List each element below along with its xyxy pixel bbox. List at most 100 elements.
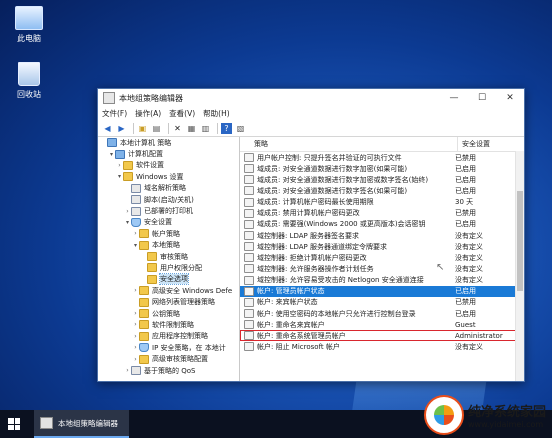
menu-help[interactable]: 帮助(H) [203,108,230,119]
maximize-button[interactable]: ☐ [468,93,496,103]
tree-item[interactable]: › 高级审核策略配置 [98,353,239,364]
chevron-right-icon[interactable]: › [132,230,139,237]
policy-icon [244,286,254,296]
minimize-button[interactable]: — [440,93,468,103]
app-icon [103,92,115,104]
tree-item[interactable]: 安全选项 [98,273,239,286]
tree-item[interactable]: › 基于策略的 QoS [98,365,239,376]
tree-item[interactable]: › 应用程序控制策略 [98,331,239,342]
vertical-scrollbar[interactable] [515,151,524,381]
chevron-down-icon[interactable]: ▾ [132,242,139,249]
chevron-right-icon[interactable]: › [132,321,139,328]
folder-icon [139,286,149,296]
menu-view[interactable]: 查看(V) [169,108,195,119]
show-pane-icon[interactable]: ▧ [235,123,246,134]
scrollbar-thumb[interactable] [517,191,523,291]
policy-row[interactable]: 帐户: 重命名系统管理员帐户 Administrator [240,330,524,342]
show-hide-tree-icon[interactable]: ▤ [151,123,162,134]
tree-item[interactable]: ▾ 计算机配置 [98,148,239,159]
chevron-down-icon[interactable]: ▾ [124,219,131,226]
policy-row[interactable]: 帐户: 重命名来宾帐户 Guest [240,319,524,330]
export-list-icon[interactable]: ▥ [200,123,211,134]
policy-list: 策略 安全设置 用户帐户控制: 只提升签名并验证的可执行文件 已禁用 域成员: 对安… [240,137,524,381]
chevron-right-icon[interactable]: › [132,310,139,317]
title-bar[interactable]: 本地组策略编辑器 — ☐ ✕ [98,89,524,107]
tree-item[interactable]: › 软件设置 [98,160,239,171]
tree-item[interactable]: 域名解析策略 [98,183,239,194]
tree-item[interactable]: › 帐户策略 [98,228,239,239]
policy-row[interactable]: 域成员: 计算机帐户密码最长使用期限 30 天 [240,197,524,208]
policy-row[interactable]: 帐户: 管理员帐户状态 已启用 [240,285,524,297]
policy-row[interactable]: 域成员: 禁用计算机帐户密码更改 已禁用 [240,208,524,219]
folder-icon [139,331,149,341]
printer-icon [131,206,141,216]
policy-icon [244,197,254,207]
column-header-setting[interactable]: 安全设置 [458,139,490,149]
tree-item[interactable]: 本地计算机 策略 [98,137,239,148]
close-button[interactable]: ✕ [496,93,524,103]
chevron-right-icon[interactable]: › [132,356,139,363]
policy-row[interactable]: 域控制器: 允许服务器操作者计划任务 没有定义 [240,263,524,274]
tree-item[interactable]: › 软件限制策略 [98,319,239,330]
menu-file[interactable]: 文件(F) [102,108,127,119]
tree-item[interactable]: › 高级安全 Windows Defe [98,285,239,296]
policy-row[interactable]: 帐户: 来宾帐户状态 已禁用 [240,297,524,308]
chevron-right-icon[interactable]: › [132,344,139,351]
tree-item[interactable]: › 已部署的打印机 [98,205,239,216]
policy-row[interactable]: 域控制器: 允许容易受攻击的 Netlogon 安全通道连接 没有定义 [240,275,524,286]
policy-row[interactable]: 域控制器: LDAP 服务器通道绑定令牌要求 没有定义 [240,241,524,252]
policy-row[interactable]: 域成员: 对安全通道数据进行数字加密或数字签名(始终) 已启用 [240,174,524,185]
policy-icon [244,164,254,174]
list-rows: 用户帐户控制: 只提升签名并验证的可执行文件 已禁用 域成员: 对安全通道数据进行数… [240,152,524,353]
desktop-icon-this-pc[interactable]: 此电脑 [6,6,52,44]
folder-icon [147,274,157,284]
policy-row[interactable]: 用户帐户控制: 只提升签名并验证的可执行文件 已禁用 [240,152,524,163]
taskbar-app-group-policy[interactable]: 本地组策略编辑器 [34,410,129,438]
policy-name: 域成员: 计算机帐户密码最长使用期限 [257,198,374,207]
tree-item[interactable]: 网络列表管理器策略 [98,296,239,307]
tree-item[interactable]: ▾ 本地策略 [98,240,239,251]
chevron-down-icon[interactable]: ▾ [116,173,123,180]
tree-item[interactable]: 审核策略 [98,251,239,262]
start-button[interactable] [0,410,28,438]
up-folder-icon[interactable]: ▣ [137,123,148,134]
back-arrow-icon[interactable]: ◀ [102,123,113,134]
policy-row[interactable]: 域控制器: 拒绝计算机帐户密码更改 没有定义 [240,252,524,263]
policy-row[interactable]: 帐户: 使用空密码的本地帐户只允许进行控制台登录 已启用 [240,308,524,319]
forward-arrow-icon[interactable]: ▶ [116,123,127,134]
column-header-policy[interactable]: 策略 [240,137,458,151]
tree-item[interactable]: › IP 安全策略，在 本地计 [98,342,239,353]
policy-name: 域控制器: 允许容易受攻击的 Netlogon 安全通道连接 [257,276,424,285]
chevron-right-icon[interactable]: › [132,287,139,294]
menu-action[interactable]: 操作(A) [135,108,161,119]
help-icon[interactable]: ? [221,122,232,134]
mouse-cursor-icon: ↖ [436,262,445,273]
chevron-right-icon[interactable]: › [116,162,123,169]
policy-row[interactable]: 域成员: 对安全通道数据进行数字签名(如果可能) 已启用 [240,185,524,196]
tree-item[interactable]: 用户权限分配 [98,262,239,273]
tree-item-label: Windows 设置 [136,172,184,181]
policy-setting: 没有定义 [455,276,483,285]
navigation-tree: 本地计算机 策略 ▾ 计算机配置 › 软件设置 ▾ Windows 设置域名解析策略 脚本(启… [98,137,240,381]
policy-name: 域成员: 对安全通道数据进行数字加密(如果可能) [257,164,408,173]
chevron-down-icon[interactable]: ▾ [108,151,115,158]
tree-item[interactable]: 脚本(启动/关机) [98,194,239,205]
policy-setting: 没有定义 [455,242,483,251]
tree-item-label: 用户权限分配 [160,263,202,272]
policy-name: 域控制器: LDAP 服务器通道绑定令牌要求 [257,242,387,251]
policy-row[interactable]: 域成员: 对安全通道数据进行数字加密(如果可能) 已启用 [240,163,524,174]
tree-item[interactable]: ▾ 安全设置 [98,217,239,228]
policy-row[interactable]: 域控制器: LDAP 服务器签名要求 没有定义 [240,230,524,241]
policy-row[interactable]: 帐户: 阻止 Microsoft 帐户 没有定义 [240,341,524,352]
properties-icon[interactable]: ▦ [186,123,197,134]
tree-item[interactable]: › 公钥策略 [98,308,239,319]
tree-item[interactable]: ▾ Windows 设置 [98,171,239,182]
tree-item-label: 基于策略的 QoS [144,366,196,375]
chevron-right-icon[interactable]: › [124,367,131,374]
policy-row[interactable]: 域成员: 需要强(Windows 2000 或更高版本)会话密钥 已启用 [240,219,524,230]
policy-setting: 30 天 [455,198,474,207]
desktop-icon-recycle-bin[interactable]: 回收站 [6,62,52,100]
chevron-right-icon[interactable]: › [132,333,139,340]
delete-icon[interactable]: ✕ [172,123,183,134]
chevron-right-icon[interactable]: › [124,208,131,215]
